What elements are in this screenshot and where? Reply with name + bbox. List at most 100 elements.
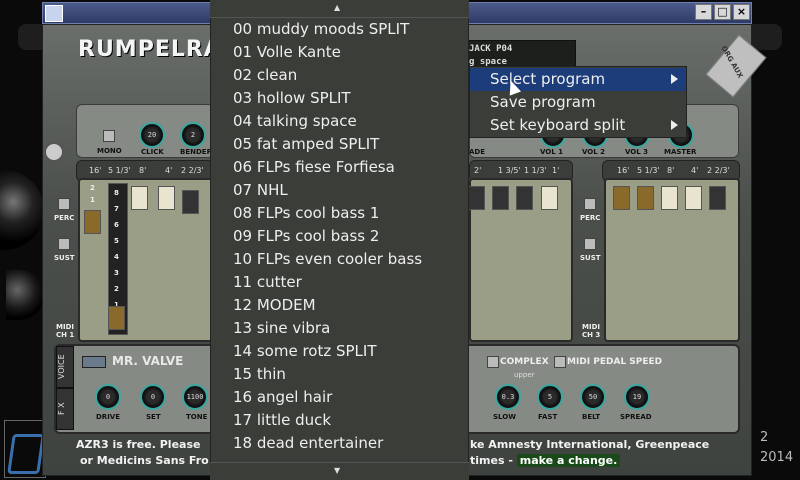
lcd-line-1: JACK P04	[469, 44, 513, 54]
midi-pedal-speed-checkbox[interactable]	[554, 356, 566, 368]
footage-label: 16'	[89, 166, 102, 175]
footage-label: 2 2/3'	[707, 166, 730, 175]
program-item[interactable]: 15 thin	[233, 363, 463, 386]
window-menu-icon[interactable]	[45, 5, 63, 22]
program-item[interactable]: 11 cutter	[233, 271, 463, 294]
drawbar[interactable]	[516, 186, 533, 210]
program-item[interactable]: 14 some rotz SPLIT	[233, 340, 463, 363]
fast-value: 5	[547, 393, 553, 401]
drawbar[interactable]	[131, 186, 148, 210]
footer-make-a-change: make a change.	[516, 454, 621, 467]
bender-knob[interactable]: 2	[180, 122, 206, 148]
footage-label: 5 1/3'	[108, 166, 131, 175]
valve-switch[interactable]	[82, 356, 106, 368]
program-item[interactable]: 17 little duck	[233, 409, 463, 432]
menu-item-label: Save program	[490, 93, 596, 111]
desktop-text-top: 2	[760, 430, 769, 445]
submenu-arrow-icon	[671, 74, 678, 84]
menu-item-set-keyboard-split[interactable]: Set keyboard split	[470, 114, 686, 137]
sust-switch[interactable]	[58, 238, 70, 250]
drawbar[interactable]	[84, 210, 101, 234]
drawbar[interactable]	[661, 186, 678, 210]
perc-switch-3[interactable]	[584, 198, 596, 210]
rotor-knob[interactable]: 0.3	[495, 384, 521, 410]
midi-ch1-label: CH 1	[56, 331, 75, 339]
drawbar[interactable]	[685, 186, 702, 210]
drawbar[interactable]	[613, 186, 630, 210]
menu-item-label: Set keyboard split	[490, 116, 626, 134]
desktop-year: 2014	[760, 450, 794, 465]
mono-switch[interactable]	[103, 130, 115, 142]
drawbar[interactable]	[541, 186, 558, 210]
spread-knob[interactable]: 19	[624, 384, 650, 410]
program-item[interactable]: 07 NHL	[233, 179, 463, 202]
program-item[interactable]: 06 FLPs fiese Forfiesa	[233, 156, 463, 179]
tone-knob[interactable]: 1100	[182, 384, 208, 410]
program-item[interactable]: 18 dead entertainer	[233, 432, 463, 455]
program-item[interactable]: 10 FLPs even cooler bass	[233, 248, 463, 271]
tone-value: 1100	[186, 393, 204, 401]
program-item[interactable]: 08 FLPs cool bass 1	[233, 202, 463, 225]
program-item[interactable]: 13 sine vibra	[233, 317, 463, 340]
footage-label: 2'	[474, 166, 482, 175]
drawbar[interactable]	[158, 186, 175, 210]
drive-knob[interactable]: 0	[95, 384, 121, 410]
synth-brand: RUMPELRA	[78, 37, 222, 62]
drawbar[interactable]	[492, 186, 509, 210]
perc-switch[interactable]	[58, 198, 70, 210]
set-label: SET	[146, 413, 161, 421]
maximize-button[interactable]: □	[714, 4, 731, 20]
program-item[interactable]: 01 Volle Kante	[233, 41, 463, 64]
program-item[interactable]: 16 angel hair	[233, 386, 463, 409]
gear-icon[interactable]	[44, 142, 64, 162]
set-value: 0	[150, 393, 156, 401]
scroll-down-button[interactable]: ▼	[210, 462, 469, 480]
valve-title: MR. VALVE	[112, 354, 184, 368]
sust-switch-3[interactable]	[584, 238, 596, 250]
submenu-arrow-icon	[671, 120, 678, 130]
menu-item-select-program[interactable]: Select program	[470, 68, 686, 91]
menu-item-save-program[interactable]: Save program	[470, 91, 686, 114]
program-item[interactable]: 03 hollow SPLIT	[233, 87, 463, 110]
program-item[interactable]: 02 clean	[233, 64, 463, 87]
belt-value: 50	[588, 393, 598, 401]
drawbar[interactable]	[637, 186, 654, 210]
complex-checkbox[interactable]	[487, 356, 499, 368]
vol1-label: VOL 1	[540, 148, 564, 156]
tab-voice[interactable]: VOICE	[56, 346, 74, 388]
footage-label: 1 3/5'	[498, 166, 521, 175]
drawbar[interactable]	[182, 190, 199, 214]
tab-fx[interactable]: F X	[56, 388, 74, 430]
footer-times: times -	[470, 454, 513, 467]
rotor-value: 0.3	[501, 393, 515, 401]
program-item[interactable]: 12 MODEM	[233, 294, 463, 317]
program-item[interactable]: 04 talking space	[233, 110, 463, 133]
program-item[interactable]: 09 FLPs cool bass 2	[233, 225, 463, 248]
drawbar-number: 1	[90, 196, 95, 204]
scroll-up-button[interactable]: ▲	[210, 0, 469, 18]
belt-knob[interactable]: 50	[580, 384, 606, 410]
click-knob[interactable]: 20	[139, 122, 165, 148]
program-item[interactable]: 00 muddy moods SPLIT	[233, 18, 463, 41]
click-label: CLICK	[141, 148, 164, 156]
vol2-label: VOL 2	[582, 148, 606, 156]
footer-text-left-1: AZR3 is free. Please	[76, 438, 201, 451]
complex-label: COMPLEX	[500, 357, 549, 367]
footage-label: 8'	[667, 166, 675, 175]
drawbar-number: 8	[114, 189, 119, 197]
minimize-button[interactable]: –	[695, 4, 712, 20]
drawbar[interactable]	[468, 186, 485, 210]
mono-label: MONO	[97, 147, 122, 155]
footage-label: 4'	[165, 166, 173, 175]
fast-knob[interactable]: 5	[537, 384, 563, 410]
set-knob[interactable]: 0	[140, 384, 166, 410]
sust-label-3: SUST	[580, 254, 601, 262]
program-item[interactable]: 05 fat amped SPLIT	[233, 133, 463, 156]
desktop-logo-icon	[7, 434, 45, 474]
footage-label: 1 1/3'	[524, 166, 547, 175]
spread-value: 19	[632, 393, 642, 401]
close-button[interactable]: ×	[733, 4, 750, 20]
drawbar[interactable]	[108, 306, 125, 330]
master-label: MASTER	[664, 148, 697, 156]
drawbar[interactable]	[709, 186, 726, 210]
